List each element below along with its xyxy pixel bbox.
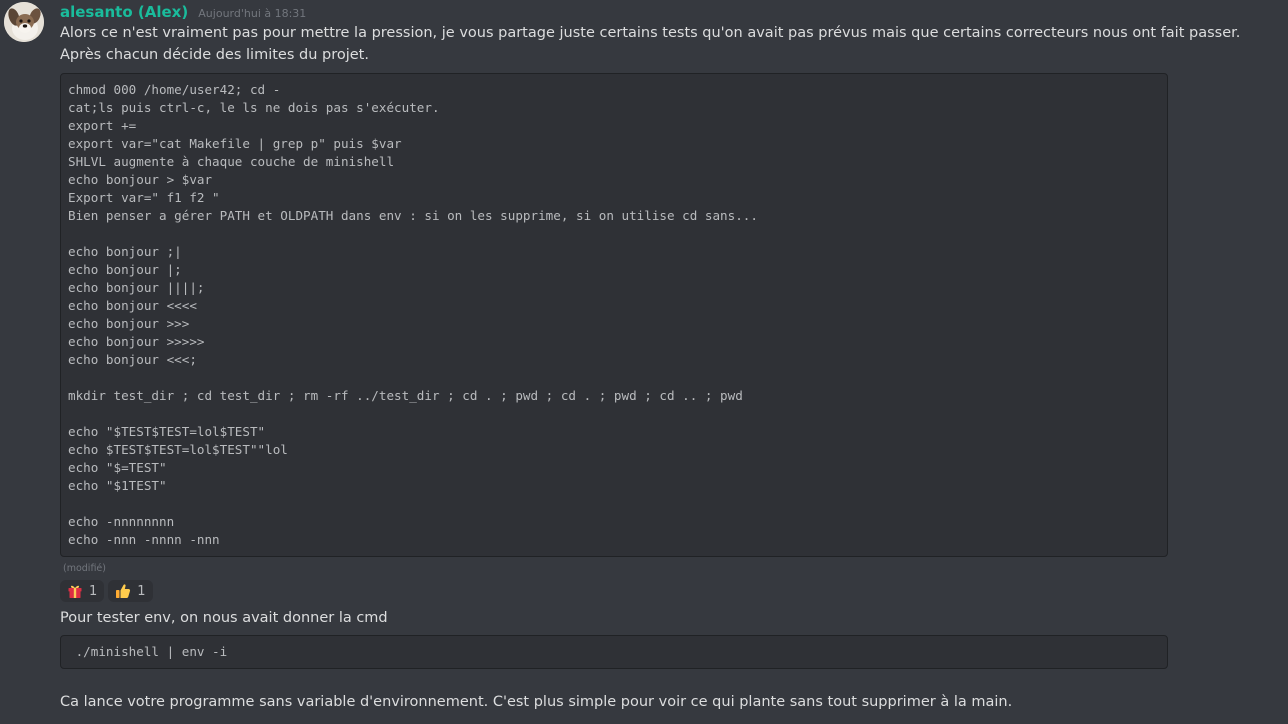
message-header: alesanto (Alex) Aujourd'hui à 18:31	[60, 2, 306, 24]
code-line: echo bonjour > $var	[68, 172, 213, 187]
author-username[interactable]: alesanto (Alex)	[60, 3, 188, 21]
code-line: echo -nnnnnnnn	[68, 514, 175, 529]
gift-icon	[68, 585, 82, 598]
code-line: export +=	[68, 118, 137, 133]
code-line: echo $TEST$TEST=lol$TEST""lol	[68, 442, 288, 457]
code-line: echo bonjour ;|	[68, 244, 182, 259]
reaction-gift[interactable]: 1	[60, 580, 105, 602]
code-line: cat;ls puis ctrl-c, le ls ne dois pas s'…	[68, 100, 440, 115]
message-text: Ca lance votre programme sans variable d…	[60, 694, 1013, 710]
code-line: SHLVL augmente à chaque couche de minish…	[68, 154, 395, 169]
avatar-dog-icon	[4, 2, 44, 42]
code-line: echo bonjour <<<;	[68, 352, 197, 367]
reactions-bar: 1 1	[60, 580, 153, 602]
code-line: echo bonjour |;	[68, 262, 182, 277]
code-line: Bien penser a gérer PATH et OLDPATH dans…	[68, 208, 758, 223]
code-line: echo "$1TEST"	[68, 478, 167, 493]
code-line: echo bonjour ||||;	[68, 280, 205, 295]
code-line: Export var=" f1 f2 "	[68, 190, 220, 205]
message-timestamp: Aujourd'hui à 18:31	[198, 7, 307, 20]
code-line: ./minishell | env -i	[68, 644, 228, 659]
code-line: export var="cat Makefile | grep p" puis …	[68, 136, 402, 151]
code-line: echo "$=TEST"	[68, 460, 167, 475]
code-content: ./minishell | env -i	[68, 643, 1167, 661]
reaction-thumbs-up[interactable]: 1	[108, 580, 153, 602]
reaction-count: 1	[137, 583, 146, 599]
code-line: mkdir test_dir ; cd test_dir ; rm -rf ..…	[68, 388, 743, 403]
edited-label: (modifié)	[63, 563, 106, 574]
code-block: ./minishell | env -i	[60, 635, 1168, 669]
code-line: echo bonjour >>>>>	[68, 334, 205, 349]
code-line: chmod 000 /home/user42; cd -	[68, 82, 281, 97]
code-line: echo -nnn -nnnn -nnn	[68, 532, 220, 547]
reaction-count: 1	[89, 583, 98, 599]
thumbs-up-icon	[116, 584, 131, 598]
code-line: echo bonjour <<<<	[68, 298, 197, 313]
avatar[interactable]	[4, 2, 44, 42]
code-line: echo "$TEST$TEST=lol$TEST"	[68, 424, 266, 439]
message-text: Alors ce n'est vraiment pas pour mettre …	[60, 25, 1241, 63]
message-text: Pour tester env, on nous avait donner la…	[60, 610, 388, 626]
code-block: chmod 000 /home/user42; cd - cat;ls puis …	[60, 73, 1168, 557]
code-content: chmod 000 /home/user42; cd - cat;ls puis …	[68, 81, 1167, 549]
code-line: echo bonjour >>>	[68, 316, 190, 331]
